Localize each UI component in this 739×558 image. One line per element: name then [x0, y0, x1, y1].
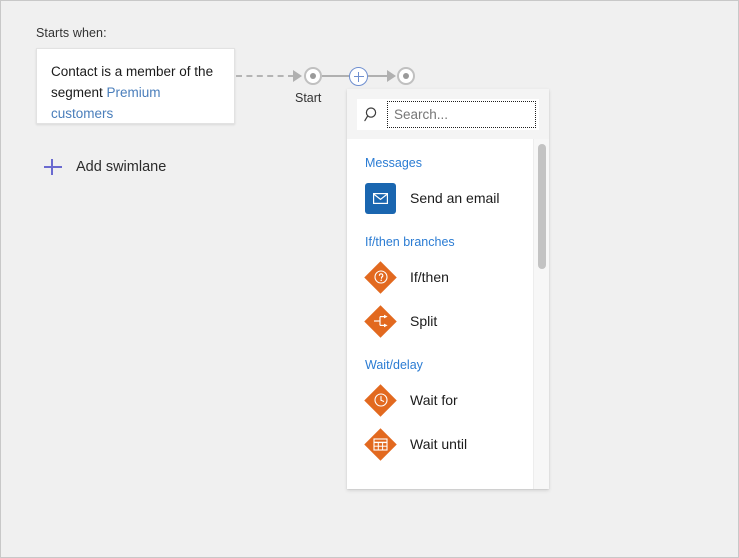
add-step-plus-icon[interactable]: [349, 67, 368, 86]
trigger-card-text: Contact is a member of the segment Premi…: [51, 61, 224, 124]
start-node[interactable]: [304, 67, 322, 85]
starts-when-label: Starts when:: [36, 26, 107, 40]
add-step-flyout-panel: Messages Send an email If/then branches: [347, 89, 549, 489]
step-type-list: Messages Send an email If/then branches: [347, 139, 533, 466]
plus-icon: [42, 156, 64, 178]
flyout-scrollbar-thumb[interactable]: [538, 144, 546, 269]
clock-icon: [365, 385, 396, 416]
flyout-body: Messages Send an email If/then branches: [347, 139, 549, 489]
envelope-icon: [365, 183, 396, 214]
list-item-wait-until[interactable]: Wait until: [347, 422, 533, 466]
flyout-scrollbar-track[interactable]: [533, 139, 549, 489]
calendar-glyph: [365, 429, 396, 460]
group-title-wait-delay: Wait/delay: [347, 343, 533, 378]
list-item-label: Wait for: [410, 392, 458, 408]
question-circle-icon: [365, 262, 396, 293]
search-box[interactable]: [357, 99, 539, 130]
group-title-messages: Messages: [347, 139, 533, 176]
connector-arrowhead-icon: [293, 70, 302, 82]
end-node[interactable]: [397, 67, 415, 85]
split-glyph: [365, 306, 396, 337]
flyout-header: [347, 89, 549, 139]
search-input-wrapper[interactable]: [387, 101, 536, 128]
question-mark-glyph: [365, 262, 396, 293]
list-item-wait-for[interactable]: Wait for: [347, 378, 533, 422]
connector-arrowhead-icon: [387, 70, 396, 82]
clock-glyph: [365, 385, 396, 416]
list-item-split[interactable]: Split: [347, 299, 533, 343]
search-icon: [357, 106, 387, 123]
add-swimlane-label: Add swimlane: [76, 159, 166, 175]
list-item-send-an-email[interactable]: Send an email: [347, 176, 533, 220]
list-item-if-then[interactable]: If/then: [347, 255, 533, 299]
trigger-connector-dashed-line: [236, 75, 294, 77]
calendar-icon: [365, 429, 396, 460]
workflow-canvas: Starts when: Contact is a member of the …: [0, 0, 739, 558]
split-branch-icon: [365, 306, 396, 337]
search-input[interactable]: [388, 102, 535, 127]
list-item-label: If/then: [410, 269, 449, 285]
group-title-if-then-branches: If/then branches: [347, 220, 533, 255]
list-item-label: Send an email: [410, 190, 500, 206]
connector-line-left: [322, 75, 350, 77]
start-node-label: Start: [295, 91, 321, 105]
trigger-card[interactable]: Contact is a member of the segment Premi…: [36, 48, 235, 124]
list-item-label: Split: [410, 313, 437, 329]
add-swimlane-button[interactable]: Add swimlane: [42, 156, 166, 178]
list-item-label: Wait until: [410, 436, 467, 452]
